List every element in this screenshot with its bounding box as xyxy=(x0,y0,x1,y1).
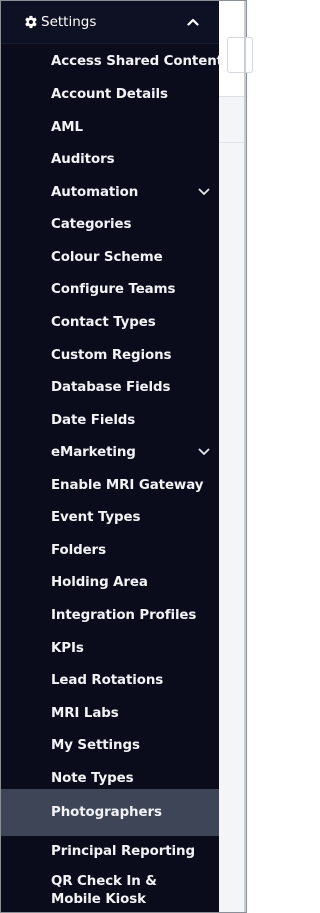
background-divider xyxy=(219,96,246,97)
menu-item-label: Database Fields xyxy=(51,380,171,395)
menu-item-folders[interactable]: Folders xyxy=(1,534,219,566)
menu-item-label: Auditors xyxy=(51,152,115,167)
menu-item-label: eMarketing xyxy=(51,445,136,460)
menu-item-date-fields[interactable]: Date Fields xyxy=(1,404,219,436)
menu-item-label: Account Details xyxy=(51,87,168,102)
menu-item-label: Categories xyxy=(51,217,132,232)
menu-item-label: Note Types xyxy=(51,771,134,786)
menu-item-aml[interactable]: AML xyxy=(1,111,219,143)
menu-item-automation[interactable]: Automation xyxy=(1,176,219,208)
chevron-down-icon[interactable] xyxy=(198,188,210,197)
menu-item-kpis[interactable]: KPIs xyxy=(1,632,219,664)
menu-item-lead-rotations[interactable]: Lead Rotations xyxy=(1,664,219,696)
menu-item-label: Automation xyxy=(51,185,139,200)
menu-item-contact-types[interactable]: Contact Types xyxy=(1,306,219,338)
menu-item-label: Configure Teams xyxy=(51,282,176,297)
settings-menu-header[interactable]: Settings xyxy=(1,1,219,44)
menu-item-label: AML xyxy=(51,120,83,135)
chevron-down-icon[interactable] xyxy=(198,448,210,457)
menu-item-label: Access Shared Content xyxy=(51,54,223,69)
menu-item-auditors[interactable]: Auditors xyxy=(1,143,219,175)
menu-item-label: MRI Labs xyxy=(51,706,119,721)
menu-item-access-shared-content[interactable]: Access Shared Content xyxy=(1,45,223,77)
menu-item-mri-labs[interactable]: MRI Labs xyxy=(1,697,219,729)
menu-item-principal-reporting[interactable]: Principal Reporting xyxy=(1,836,219,868)
menu-item-integration-profiles[interactable]: Integration Profiles xyxy=(1,599,219,631)
menu-item-photographers[interactable]: Photographers xyxy=(1,789,219,836)
background-divider xyxy=(219,142,246,143)
menu-item-colour-scheme[interactable]: Colour Scheme xyxy=(1,241,219,273)
menu-item-label: Folders xyxy=(51,543,106,558)
menu-item-configure-teams[interactable]: Configure Teams xyxy=(1,273,219,305)
menu-item-emarketing[interactable]: eMarketing xyxy=(1,436,219,468)
menu-item-database-fields[interactable]: Database Fields xyxy=(1,371,219,403)
menu-item-categories[interactable]: Categories xyxy=(1,208,219,240)
menu-item-account-details[interactable]: Account Details xyxy=(1,78,219,110)
menu-item-label: QR Check In & Mobile Kiosk xyxy=(51,874,157,907)
menu-item-label: Integration Profiles xyxy=(51,608,197,623)
menu-item-event-types[interactable]: Event Types xyxy=(1,501,219,533)
menu-item-custom-regions[interactable]: Custom Regions xyxy=(1,339,219,371)
background-scroll-edge xyxy=(244,1,246,912)
menu-item-qr-check-in-mobile-kiosk[interactable]: QR Check In & Mobile Kiosk xyxy=(1,867,219,913)
menu-item-label: Contact Types xyxy=(51,315,156,330)
menu-item-label: Photographers xyxy=(51,805,162,820)
chevron-up-icon[interactable] xyxy=(187,17,199,26)
background-control xyxy=(227,37,253,73)
menu-item-label: Date Fields xyxy=(51,413,136,428)
menu-item-label: Colour Scheme xyxy=(51,250,163,265)
menu-item-label: Principal Reporting xyxy=(51,844,195,859)
settings-menu: Settings Access Shared Content Account D… xyxy=(1,1,223,913)
settings-menu-title: Settings xyxy=(41,14,97,30)
menu-item-label: KPIs xyxy=(51,641,84,656)
menu-item-label: My Settings xyxy=(51,738,140,753)
menu-item-enable-mri-gateway[interactable]: Enable MRI Gateway xyxy=(1,469,219,501)
menu-item-label: Holding Area xyxy=(51,575,148,590)
menu-item-label: Enable MRI Gateway xyxy=(51,478,204,493)
background-page xyxy=(219,1,253,912)
menu-item-label: Event Types xyxy=(51,510,141,525)
menu-item-label: Lead Rotations xyxy=(51,673,164,688)
menu-item-holding-area[interactable]: Holding Area xyxy=(1,566,219,598)
menu-item-label: Custom Regions xyxy=(51,348,172,363)
menu-item-my-settings[interactable]: My Settings xyxy=(1,729,219,761)
gear-icon xyxy=(25,15,37,29)
